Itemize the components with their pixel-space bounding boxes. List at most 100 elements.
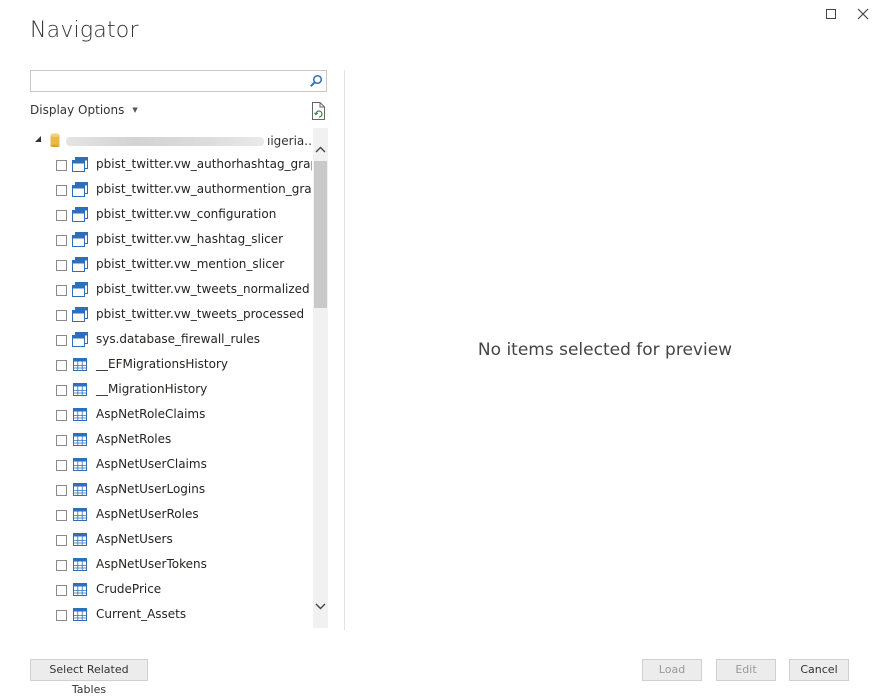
item-checkbox[interactable] — [56, 510, 67, 521]
table-icon — [72, 532, 88, 547]
view-icon — [72, 157, 88, 172]
item-checkbox[interactable] — [56, 610, 67, 621]
tree-item[interactable]: pbist_twitter.vw_configuration — [30, 204, 312, 226]
item-checkbox[interactable] — [56, 485, 67, 496]
tree-item[interactable]: AspNetUserLogins — [30, 479, 312, 501]
tree-item-label: sys.database_firewall_rules — [96, 332, 261, 346]
view-icon — [72, 257, 88, 272]
dialog-title: Navigator — [30, 18, 139, 43]
refresh-icon[interactable] — [311, 102, 327, 120]
item-checkbox[interactable] — [56, 335, 67, 346]
tree-item[interactable]: sys.database_firewall_rules — [30, 329, 312, 351]
tree-item-label: Current_Assets — [96, 607, 187, 621]
view-icon — [72, 207, 88, 222]
search-input[interactable] — [35, 73, 309, 91]
tree-item-label: pbist_twitter.vw_tweets_processed — [96, 307, 305, 321]
item-checkbox[interactable] — [56, 285, 67, 296]
tree-item[interactable]: AspNetUserClaims — [30, 454, 312, 476]
item-checkbox[interactable] — [56, 385, 67, 396]
table-icon — [72, 582, 88, 597]
view-icon — [72, 332, 88, 347]
table-icon — [72, 607, 88, 622]
tree-item-label: __MigrationHistory — [96, 382, 208, 396]
tree-item[interactable]: pbist_twitter.vw_authormention_graph — [30, 179, 312, 201]
item-checkbox[interactable] — [56, 260, 67, 271]
tree-item[interactable]: AspNetUserTokens — [30, 554, 312, 576]
item-checkbox[interactable] — [56, 410, 67, 421]
tree-item-label: AspNetUserTokens — [96, 557, 207, 571]
table-icon — [72, 557, 88, 572]
database-icon — [50, 133, 60, 147]
tree-item[interactable]: pbist_twitter.vw_mention_slicer — [30, 254, 312, 276]
tree-item-label: pbist_twitter.vw_mention_slicer — [96, 257, 285, 271]
item-checkbox[interactable] — [56, 460, 67, 471]
tree-item[interactable]: __MigrationHistory — [30, 379, 312, 401]
item-checkbox[interactable] — [56, 160, 67, 171]
item-checkbox[interactable] — [56, 185, 67, 196]
view-icon — [72, 182, 88, 197]
search-icon[interactable] — [309, 74, 323, 88]
load-button[interactable]: Load — [642, 659, 702, 681]
table-icon — [72, 457, 88, 472]
item-checkbox[interactable] — [56, 360, 67, 371]
table-icon — [72, 482, 88, 497]
tree-root-label: ıigeria... — [267, 134, 312, 148]
item-checkbox[interactable] — [56, 210, 67, 221]
item-checkbox[interactable] — [56, 435, 67, 446]
tree-item-label: AspNetRoles — [96, 432, 172, 446]
table-icon — [72, 507, 88, 522]
tree-root-database[interactable]: ıigeria... — [30, 132, 312, 150]
item-checkbox[interactable] — [56, 235, 67, 246]
tree-item[interactable]: __EFMigrationsHistory — [30, 354, 312, 376]
tree-item-label: AspNetRoleClaims — [96, 407, 206, 421]
tree-item[interactable]: pbist_twitter.vw_hashtag_slicer — [30, 229, 312, 251]
view-icon — [72, 232, 88, 247]
item-checkbox[interactable] — [56, 585, 67, 596]
tree-item-label: pbist_twitter.vw_authorhashtag_graph — [96, 157, 312, 171]
display-options-label: Display Options — [30, 103, 125, 117]
view-icon — [72, 307, 88, 322]
tree-item-label: pbist_twitter.vw_tweets_normalized — [96, 282, 310, 296]
select-related-tables-button[interactable]: Select Related Tables — [30, 659, 148, 696]
scroll-down-arrow-icon[interactable] — [313, 598, 328, 614]
scrollbar-thumb[interactable] — [314, 161, 327, 308]
tree-item-label: AspNetUserLogins — [96, 482, 206, 496]
tree-item[interactable]: pbist_twitter.vw_tweets_normalized — [30, 279, 312, 301]
table-icon — [72, 432, 88, 447]
navigator-tree[interactable]: ıigeria... pbist_twitter.vw_authorhashta… — [30, 128, 312, 628]
cancel-button[interactable]: Cancel — [789, 659, 849, 681]
tree-item-label: AspNetUserClaims — [96, 457, 207, 471]
edit-button[interactable]: Edit — [716, 659, 776, 681]
tree-item[interactable]: pbist_twitter.vw_authorhashtag_graph — [30, 154, 312, 176]
maximize-icon[interactable] — [822, 5, 840, 23]
tree-item-label: pbist_twitter.vw_hashtag_slicer — [96, 232, 284, 246]
tree-item[interactable]: CrudePrice — [30, 579, 312, 601]
tree-item[interactable]: pbist_twitter.vw_tweets_processed — [30, 304, 312, 326]
view-icon — [72, 282, 88, 297]
item-checkbox[interactable] — [56, 535, 67, 546]
chevron-down-icon: ▼ — [132, 106, 138, 114]
tree-item-label: AspNetUserRoles — [96, 507, 199, 521]
item-checkbox[interactable] — [56, 310, 67, 321]
table-icon — [72, 357, 88, 372]
collapse-icon[interactable] — [35, 136, 41, 142]
tree-item-label: __EFMigrationsHistory — [96, 357, 229, 371]
redacted-server-name — [66, 137, 264, 146]
tree-item-label: CrudePrice — [96, 582, 162, 596]
table-icon — [72, 407, 88, 422]
scroll-up-arrow-icon[interactable] — [313, 142, 328, 158]
close-icon[interactable] — [854, 5, 872, 23]
tree-item[interactable]: Current_Assets — [30, 604, 312, 626]
tree-item[interactable]: AspNetRoleClaims — [30, 404, 312, 426]
tree-item-label: AspNetUsers — [96, 532, 173, 546]
tree-item-label: pbist_twitter.vw_configuration — [96, 207, 277, 221]
display-options-dropdown[interactable]: Display Options ▼ — [30, 103, 138, 117]
tree-item[interactable]: AspNetUserRoles — [30, 504, 312, 526]
table-icon — [72, 382, 88, 397]
tree-scrollbar[interactable] — [313, 128, 328, 628]
search-box[interactable] — [30, 70, 327, 92]
tree-item[interactable]: AspNetRoles — [30, 429, 312, 451]
tree-item[interactable]: AspNetUsers — [30, 529, 312, 551]
preview-empty-message: No items selected for preview — [477, 340, 733, 360]
item-checkbox[interactable] — [56, 560, 67, 571]
